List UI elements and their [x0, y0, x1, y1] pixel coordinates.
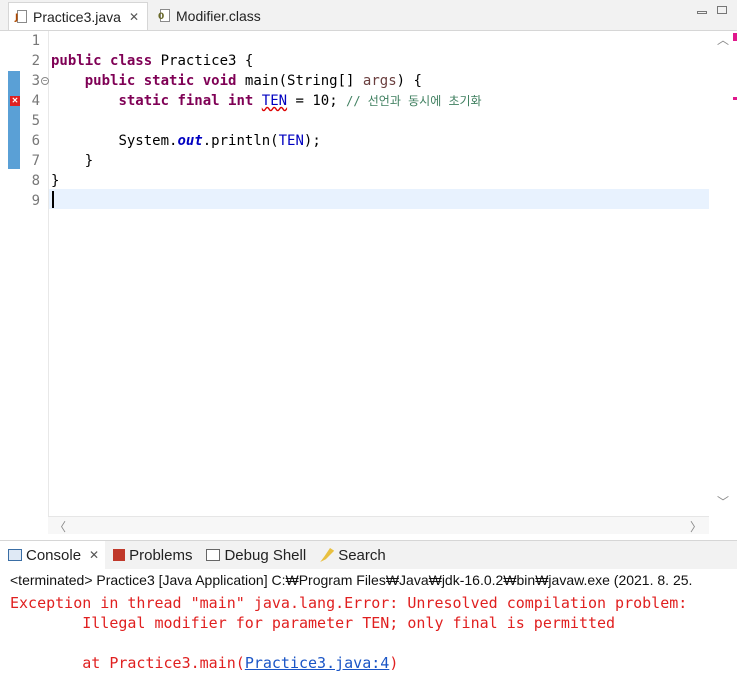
line-number: 2 [31, 53, 40, 69]
horizontal-scrollbar[interactable]: 〈 〉 [48, 516, 709, 534]
console-output-line: Exception in thread "main" java.lang.Err… [10, 594, 697, 612]
line-number: 6 [31, 133, 40, 149]
window-controls [697, 6, 727, 14]
tab-problems[interactable]: Problems [105, 541, 198, 569]
maximize-icon[interactable] [717, 6, 727, 14]
tab-debug-shell[interactable]: Debug Shell [198, 541, 312, 569]
error-underline: TEN [261, 93, 288, 109]
tab-console[interactable]: Console ✕ [0, 541, 106, 569]
tab-search[interactable]: Search [312, 541, 392, 569]
tab-label: Debug Shell [224, 546, 307, 564]
console-icon [8, 549, 22, 561]
console-output-line: at Practice3.main(Practice3.java:4) [10, 654, 399, 672]
console-output-line: Illegal modifier for parameter TEN; only… [10, 614, 616, 632]
tab-modifier-class[interactable]: 0 Modifier.class [152, 2, 282, 30]
code-line-7: } [84, 153, 94, 169]
overview-mark[interactable] [733, 33, 737, 41]
code-line-4: static final int TEN = 10; // 선언과 동시에 초기… [118, 93, 482, 109]
line-number: 8 [31, 173, 40, 189]
java-file-icon: J [15, 9, 29, 24]
stacktrace-link[interactable]: Practice3.java:4 [245, 654, 390, 672]
problems-icon [113, 549, 126, 561]
line-number: 3 [31, 73, 40, 89]
code-line-8: } [51, 173, 60, 189]
close-icon[interactable]: ✕ [89, 548, 99, 562]
line-number: 4 [31, 93, 40, 109]
tab-label: Modifier.class [176, 8, 261, 24]
minimize-icon[interactable] [697, 11, 707, 14]
tab-practice3-java[interactable]: J Practice3.java ✕ [8, 2, 148, 30]
code-line-6: System.out.println(TEN); [118, 133, 321, 149]
text-caret [52, 191, 54, 208]
scroll-right-icon[interactable]: 〉 [690, 518, 702, 535]
debug-shell-icon [206, 549, 221, 561]
tab-label: Search [338, 546, 386, 564]
close-icon[interactable]: ✕ [129, 10, 139, 24]
code-line-2: public class Practice3 { [51, 53, 254, 69]
editor-tab-bar: J Practice3.java ✕ 0 Modifier.class [0, 0, 737, 31]
fold-collapse-icon[interactable]: − [41, 77, 49, 85]
line-number: 1 [31, 33, 40, 49]
line-number: 5 [31, 113, 40, 129]
console-status-line: <terminated> Practice3 [Java Application… [10, 572, 693, 588]
error-marker-icon[interactable]: ✕ [10, 96, 20, 106]
tab-label: Console [26, 546, 82, 564]
console-tab-bar: Console ✕ Problems Debug Shell Search [0, 541, 737, 569]
scroll-up-icon[interactable]: ︿ [717, 31, 729, 48]
overview-error-mark[interactable] [733, 97, 737, 100]
tab-label: Practice3.java [33, 8, 121, 25]
scroll-down-icon[interactable]: ﹀ [717, 493, 729, 510]
console-view: Console ✕ Problems Debug Shell Search <t… [0, 540, 737, 695]
code-comment: // 선언과 동시에 초기화 [346, 94, 482, 108]
search-icon [320, 548, 335, 562]
code-line-3: public static void main(String[] args) { [84, 73, 422, 89]
class-file-icon: 0 [158, 9, 172, 23]
line-number: 7 [31, 153, 40, 169]
code-editor[interactable]: 1 2 public class Practice3 { 3 − public … [8, 31, 737, 534]
vertical-scrollbar[interactable]: ︿ ﹀ [709, 31, 737, 516]
tab-label: Problems [129, 546, 193, 564]
scroll-left-icon[interactable]: 〈 [54, 518, 66, 535]
line-number: 9 [31, 193, 40, 209]
